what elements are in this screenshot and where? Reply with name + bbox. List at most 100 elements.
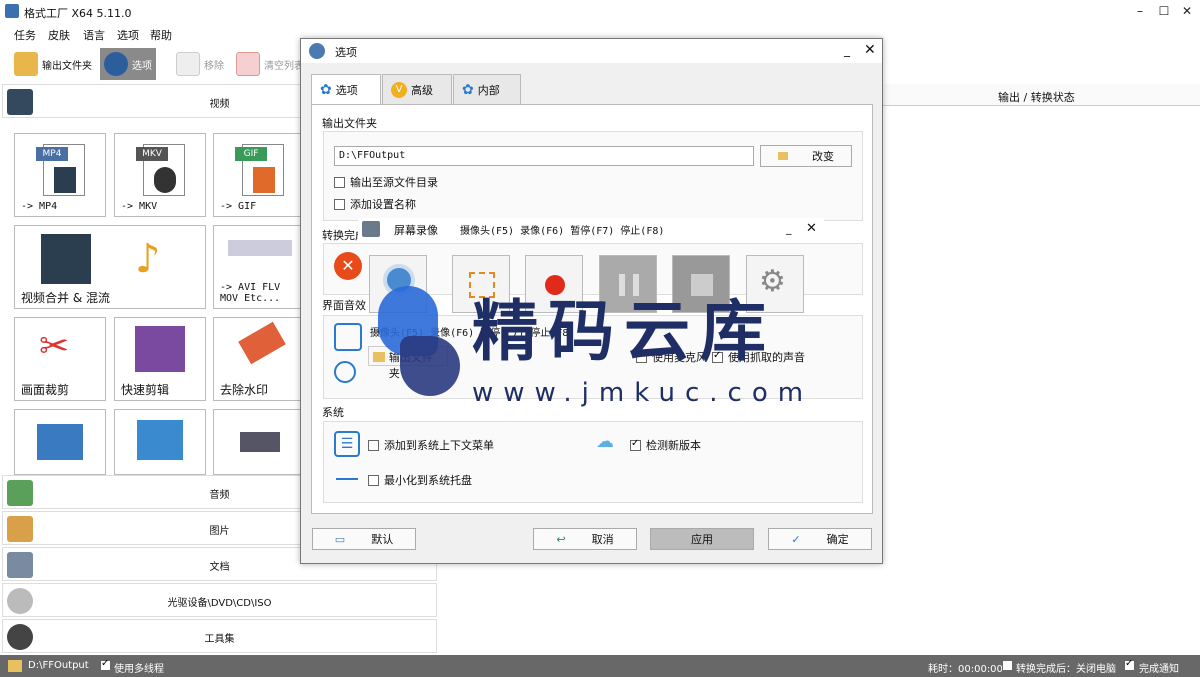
stop-button[interactable] [672,255,730,313]
status-column-header[interactable]: 输出 / 转换状态 [998,89,1075,105]
recorder-output-folder-label: 输出文件夹 [388,351,433,380]
tile-gif[interactable]: GIF -> GIF [213,133,305,217]
dialog-close-button[interactable]: ✕ [864,42,876,58]
play-icon [137,420,183,460]
gear-icon: ✿ [320,82,332,98]
remove-button[interactable]: 移除 [172,48,228,80]
use-mic-option[interactable]: 使用麦克风 [636,349,707,365]
check-update-checkbox[interactable] [630,438,641,451]
folder-icon [778,152,788,160]
reel-icon [154,167,176,193]
record-icon [545,275,565,295]
use-mic-checkbox[interactable] [636,350,647,363]
tile-mkv[interactable]: MKV -> MKV [114,133,206,217]
context-menu-option[interactable]: 添加到系统上下文菜单 [368,437,494,453]
stop-icon: ✕ [334,252,362,280]
tile-mkv-label: -> MKV [121,201,158,212]
close-button[interactable]: ✕ [1180,4,1194,18]
sound-icon [334,361,356,383]
ok-label: 确定 [826,533,849,546]
check-circle-icon: ✓ [791,532,801,546]
tile-crop-label: 画面裁剪 [21,383,70,397]
record-button[interactable] [525,255,583,313]
menu-language[interactable]: 语言 [83,27,105,43]
recorder-minimize-button[interactable]: _ [786,222,792,235]
tile-mp4[interactable]: MP4 -> MP4 [14,133,106,217]
menu-skin[interactable]: 皮肤 [48,27,70,43]
ok-button[interactable]: ✓ 确定 [768,528,872,550]
webcam-icon [383,264,415,296]
pause-button[interactable] [599,255,657,313]
selection-icon [469,272,495,298]
clear-list-button[interactable]: 清空列表 [232,48,308,80]
dialog-title: 选项 [335,46,357,59]
clear-list-label: 清空列表 [264,60,304,72]
minimize-tray-checkbox[interactable] [368,474,379,486]
output-to-source-option[interactable]: 输出至源文件目录 [334,174,438,190]
tile-merge[interactable]: ♪ 视频合并 & 混流 [14,225,206,309]
options-button[interactable]: 选项 [100,48,156,80]
options-label: 选项 [132,60,152,72]
tile-avi-flv[interactable]: -> AVI FLV MOV Etc... [213,225,305,309]
tab-internal[interactable]: ✿ 内部 [453,74,521,104]
v-badge-icon: V [391,81,407,98]
clear-icon [236,52,260,76]
recorder-output-folder-button[interactable]: 输出文件夹 [368,346,448,380]
tab-options[interactable]: ✿ 选项 [311,74,381,105]
tile-gif-label: -> GIF [220,201,257,212]
document-icon [176,52,200,76]
after-convert-check[interactable] [1002,660,1013,671]
film-strip-icon [41,234,91,284]
category-tools[interactable]: 工具集 [2,619,437,653]
multithread-check[interactable] [100,658,111,671]
menu-help[interactable]: 帮助 [150,27,172,43]
tile-player[interactable] [114,409,206,475]
multithread-checkbox[interactable] [100,658,111,672]
apply-button[interactable]: 应用 [650,528,754,550]
use-captured-sound-option[interactable]: 使用抓取的声音 [712,349,805,365]
output-folder-button[interactable]: 输出文件夹 [10,48,96,80]
region-select-button[interactable] [452,255,510,313]
tile-crop[interactable]: ✂ 画面裁剪 [14,317,106,401]
notify-label: 完成通知 [1139,664,1179,675]
status-output-path[interactable]: D:\FFOutput [28,660,89,671]
context-menu-label: 添加到系统上下文菜单 [384,439,494,452]
after-convert-label: 转换完成后：关闭电脑 [1016,664,1116,675]
category-disc[interactable]: 光驱设备\DVD\CD\ISO [2,583,437,617]
gif-file-icon: GIF [235,144,284,196]
pause-icon [619,274,639,296]
tile-screen-record[interactable] [14,409,106,475]
minimize-button[interactable]: – [1133,4,1147,18]
context-menu-checkbox[interactable] [368,439,379,451]
default-button[interactable]: ▭ 默认 [312,528,416,550]
tab-advanced-label: 高级 [411,83,433,97]
tile-quick-clip[interactable]: 快速剪辑 [114,317,206,401]
gear-icon [309,43,325,59]
webcam-button[interactable] [369,255,427,313]
tab-advanced[interactable]: V 高级 [382,74,452,104]
menu-options[interactable]: 选项 [117,27,139,43]
check-update-option[interactable]: 检测新版本 [630,437,701,453]
recorder-settings-button[interactable]: ⚙ [746,255,804,313]
recorder-close-button[interactable]: ✕ [806,221,817,236]
cancel-label: 取消 [591,533,614,546]
tile-video-tools[interactable] [213,409,305,475]
maximize-button[interactable]: ☐ [1157,4,1171,18]
change-button[interactable]: 改变 [760,145,852,167]
menu-task[interactable]: 任务 [14,27,36,43]
mkv-file-icon: MKV [136,144,185,196]
use-mic-label: 使用麦克风 [652,351,707,364]
multithread-label: 使用多线程 [114,664,164,675]
output-to-source-checkbox[interactable] [334,176,345,188]
notify-checkbox[interactable] [1124,658,1135,672]
use-captured-sound-checkbox[interactable] [712,350,723,363]
add-setting-name-option[interactable]: 添加设置名称 [334,196,416,212]
tile-remove-watermark[interactable]: 去除水印 [213,317,305,401]
minimize-tray-option[interactable]: 最小化到系统托盘 [368,472,472,488]
dialog-minimize-button[interactable]: _ [844,43,850,57]
notify-check[interactable] [1124,658,1135,671]
after-convert-checkbox[interactable] [1002,660,1013,672]
output-path-field[interactable]: D:\FFOutput [334,146,754,166]
cancel-button[interactable]: ↩ 取消 [533,528,637,550]
add-setting-name-checkbox[interactable] [334,198,345,210]
